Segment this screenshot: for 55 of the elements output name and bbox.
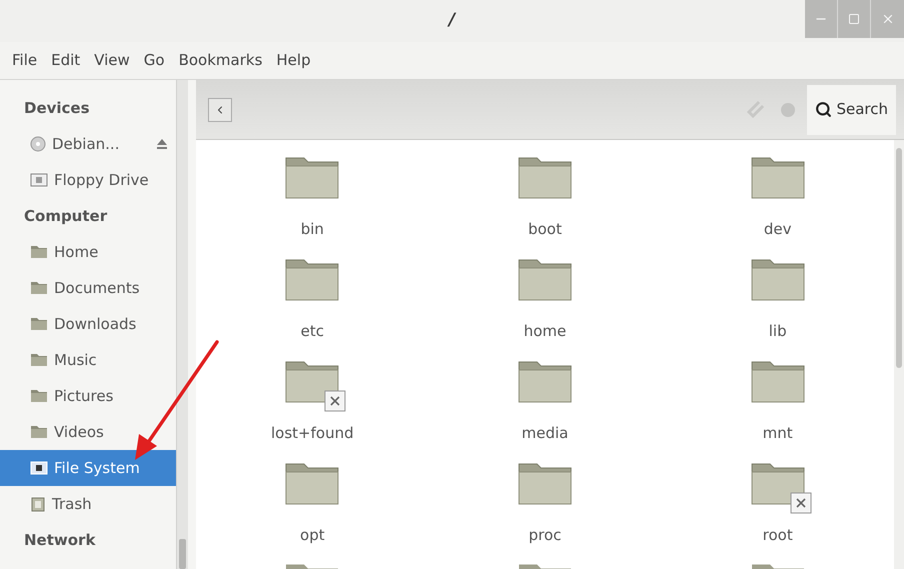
drive-icon [30,173,48,187]
window-title: / [448,9,456,32]
sidebar-item[interactable]: File System [0,450,176,486]
menu-item[interactable]: Bookmarks [178,49,262,72]
back-button[interactable] [208,98,232,122]
folder-item[interactable]: media [428,358,662,460]
folder-icon [30,353,48,367]
folder-item[interactable]: mnt [661,358,894,460]
eject-icon [156,138,168,150]
folder-icon [30,317,48,331]
folder-icon [30,425,48,439]
maximize-icon [848,13,860,25]
minimize-button[interactable] [805,0,838,38]
sidebar-heading: Network [23,530,96,551]
disc-icon [30,136,46,152]
menu-item[interactable]: Help [276,49,311,72]
folder-item[interactable]: proc [428,460,662,562]
folder-icon [30,389,48,403]
maximize-button[interactable] [838,0,871,38]
menu-item[interactable]: File [12,49,38,72]
no-access-emblem-icon [790,492,812,514]
folder-icon [30,281,48,295]
folder-item[interactable]: lost+found [196,358,429,460]
menu-item[interactable]: Go [144,49,165,72]
close-button[interactable] [871,0,904,38]
menu-item[interactable]: View [94,49,130,72]
sidebar-heading: Devices [23,98,91,119]
menu-item[interactable]: Edit [51,49,80,72]
sidebar-item[interactable]: Pictures [0,378,176,414]
folder-icon [750,564,806,569]
folder-icon [516,564,573,569]
folder-item[interactable]: boot [428,154,662,256]
search-icon [815,101,832,118]
sidebar-item[interactable]: Documents [0,270,176,306]
folder-item[interactable]: root [661,460,894,562]
folder-icon [284,564,340,569]
folder-item[interactable]: home [428,256,662,358]
sidebar-item[interactable]: Music [0,342,176,378]
folder-icon [30,245,48,259]
sidebar-item[interactable]: Floppy Drive [0,162,176,198]
sidebar-heading: Computer [23,206,108,227]
sidebar-item[interactable]: Debian... [0,126,176,162]
drive-icon [30,461,48,475]
folder-item[interactable]: opt [196,460,429,562]
folder-item[interactable]: etc [196,256,429,358]
folder-item[interactable]: dev [661,154,894,256]
trash-icon [30,496,46,512]
folder-item[interactable]: bin [196,154,429,256]
sidebar-item[interactable]: Downloads [0,306,176,342]
search-button[interactable]: Search [807,84,896,134]
sidebar-item[interactable]: Trash [0,486,176,522]
circle-icon [779,100,798,118]
no-access-emblem-icon [324,390,346,412]
folder-item[interactable]: lib [661,256,894,358]
sidebar-item[interactable]: Home [0,234,176,270]
